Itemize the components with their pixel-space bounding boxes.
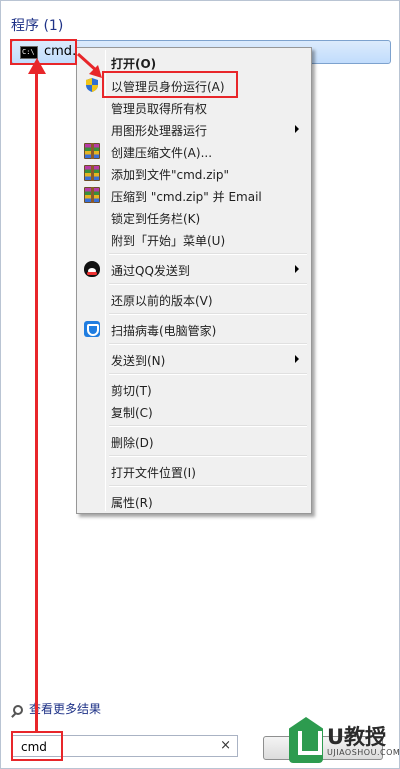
- menu-item-create-archive[interactable]: 创建压缩文件(A)...: [79, 140, 309, 162]
- submenu-arrow-icon: [295, 125, 299, 133]
- see-more-results-link[interactable]: 查看更多结果: [13, 700, 101, 717]
- menu-item-send-to[interactable]: 发送到(N): [79, 348, 309, 370]
- close-icon[interactable]: ×: [220, 738, 231, 753]
- menu-item-label: 打开文件位置(I): [111, 466, 196, 480]
- menu-item-label: 添加到文件"cmd.zip": [111, 168, 230, 182]
- menu-item-label: 通过QQ发送到: [111, 264, 190, 278]
- annotation-arrow-line: [35, 66, 38, 731]
- menu-item-pin-to-start[interactable]: 附到「开始」菜单(U): [79, 228, 309, 250]
- menu-item-label: 用图形处理器运行: [111, 124, 208, 138]
- tencent-shield-icon: [84, 321, 100, 337]
- watermark-title: U教授: [327, 725, 387, 749]
- start-menu-search-panel: 程序 (1) C:\ cmd.e 打开(O) 以管理员身份运行(A) 管理员取得…: [0, 0, 400, 769]
- menu-item-restore-previous[interactable]: 还原以前的版本(V): [79, 288, 309, 310]
- menu-item-label: 删除(D): [111, 436, 154, 450]
- menu-item-label: 还原以前的版本(V): [111, 294, 213, 308]
- context-menu: 打开(O) 以管理员身份运行(A) 管理员取得所有权 用图形处理器运行 创建压缩…: [76, 47, 312, 514]
- menu-separator: [109, 343, 307, 345]
- menu-item-label: 打开(O): [111, 57, 157, 71]
- menu-separator: [109, 455, 307, 457]
- winrar-icon: [84, 143, 100, 159]
- winrar-icon: [84, 187, 100, 203]
- menu-item-label: 创建压缩文件(A)...: [111, 146, 213, 160]
- winrar-icon: [84, 165, 100, 181]
- submenu-arrow-icon: [295, 355, 299, 363]
- annotation-box-search-input: [11, 731, 63, 761]
- menu-item-open[interactable]: 打开(O): [79, 51, 309, 73]
- menu-item-scan-virus[interactable]: 扫描病毒(电脑管家): [79, 318, 309, 340]
- menu-item-run-with-gpu[interactable]: 用图形处理器运行: [79, 118, 309, 140]
- menu-item-label: 管理员取得所有权: [111, 102, 208, 116]
- menu-item-label: 锁定到任务栏(K): [111, 212, 201, 226]
- menu-item-label: 压缩到 "cmd.zip" 并 Email: [111, 190, 262, 204]
- menu-item-pin-to-taskbar[interactable]: 锁定到任务栏(K): [79, 206, 309, 228]
- qq-penguin-icon: [84, 261, 100, 277]
- menu-separator: [109, 425, 307, 427]
- menu-item-delete[interactable]: 删除(D): [79, 430, 309, 452]
- menu-item-label: 扫描病毒(电脑管家): [111, 324, 217, 338]
- menu-item-label: 复制(C): [111, 406, 153, 420]
- menu-item-label: 发送到(N): [111, 354, 166, 368]
- menu-item-label: 属性(R): [111, 496, 153, 510]
- annotation-box-run-as-admin: [102, 71, 238, 98]
- menu-separator: [109, 373, 307, 375]
- watermark-logo: U教授 UJIAOSHOU.COM: [289, 711, 400, 769]
- menu-item-open-file-location[interactable]: 打开文件位置(I): [79, 460, 309, 482]
- menu-separator: [109, 313, 307, 315]
- annotation-arrowhead-icon: [28, 58, 46, 74]
- magnifier-icon: [13, 705, 23, 715]
- menu-item-take-ownership[interactable]: 管理员取得所有权: [79, 96, 309, 118]
- menu-separator: [109, 283, 307, 285]
- watermark-subtitle: UJIAOSHOU.COM: [327, 748, 400, 757]
- menu-item-zip-and-email[interactable]: 压缩到 "cmd.zip" 并 Email: [79, 184, 309, 206]
- menu-separator: [109, 253, 307, 255]
- see-more-label: 查看更多结果: [29, 702, 102, 716]
- menu-item-label: 剪切(T): [111, 384, 152, 398]
- menu-item-copy[interactable]: 复制(C): [79, 400, 309, 422]
- menu-item-cut[interactable]: 剪切(T): [79, 378, 309, 400]
- annotation-arrow-to-menu-icon: [76, 52, 102, 78]
- menu-item-send-via-qq[interactable]: 通过QQ发送到: [79, 258, 309, 280]
- watermark-emblem-icon: [289, 717, 323, 763]
- menu-item-properties[interactable]: 属性(R): [79, 490, 309, 512]
- programs-section-header: 程序 (1): [11, 18, 64, 34]
- menu-item-add-to-zip[interactable]: 添加到文件"cmd.zip": [79, 162, 309, 184]
- menu-item-label: 附到「开始」菜单(U): [111, 234, 226, 248]
- menu-separator: [109, 485, 307, 487]
- submenu-arrow-icon: [295, 265, 299, 273]
